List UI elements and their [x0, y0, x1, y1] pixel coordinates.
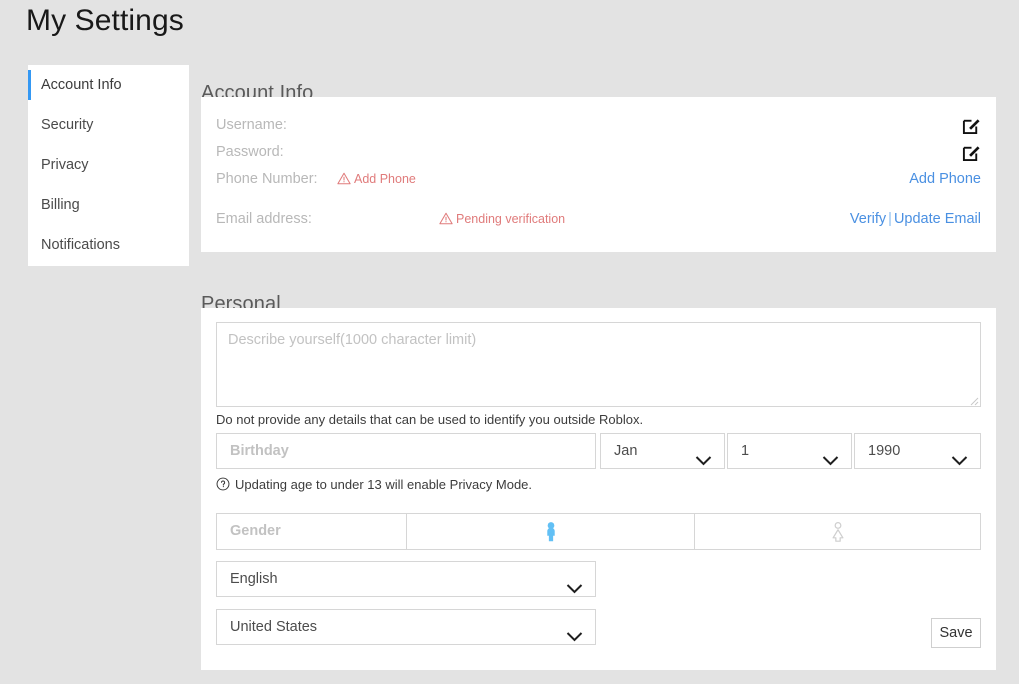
age-privacy-note-text: Updating age to under 13 will enable Pri…: [235, 477, 533, 492]
sidebar-item-notifications[interactable]: Notifications: [28, 225, 189, 265]
phone-status: Add Phone: [337, 167, 416, 193]
sidebar-item-label: Account Info: [41, 77, 122, 93]
account-row-password: Password:: [216, 139, 981, 165]
age-privacy-note: Updating age to under 13 will enable Pri…: [216, 476, 532, 494]
birth-year-value: 1990: [868, 443, 901, 459]
gender-placeholder: Gender: [230, 523, 281, 539]
account-row-username: Username:: [216, 112, 981, 138]
birth-year-select[interactable]: 1990: [854, 433, 981, 469]
gender-option-female[interactable]: [694, 513, 981, 550]
description-note: Do not provide any details that can be u…: [216, 412, 644, 427]
chevron-down-icon: [695, 445, 712, 466]
email-status: Pending verification: [439, 207, 565, 233]
password-actions: [962, 139, 981, 165]
country-value: United States: [230, 619, 318, 635]
edit-icon[interactable]: [962, 116, 981, 135]
email-status-text: Pending verification: [456, 212, 566, 226]
birth-month-select[interactable]: Jan: [600, 433, 725, 469]
sidebar-item-privacy[interactable]: Privacy: [28, 145, 189, 185]
page-title: My Settings: [26, 4, 184, 37]
warning-triangle-icon: [337, 169, 351, 193]
username-actions: [962, 112, 981, 138]
phone-status-text: Add Phone: [354, 172, 416, 186]
description-textarea[interactable]: Describe yourself(1000 character limit): [216, 322, 981, 407]
save-button[interactable]: Save: [931, 618, 981, 648]
account-row-phone: Phone Number: Add Phone Add Phone: [216, 166, 981, 192]
sidebar-item-security[interactable]: Security: [28, 105, 189, 145]
gender-option-male[interactable]: [406, 513, 695, 550]
phone-label: Phone Number:: [216, 171, 318, 187]
sidebar-item-label: Privacy: [41, 157, 89, 173]
sidebar-item-label: Security: [41, 117, 94, 133]
email-actions: Verify | Update Email: [850, 206, 981, 232]
country-select[interactable]: United States: [216, 609, 596, 645]
birthday-placeholder: Birthday: [230, 443, 289, 459]
sidebar-item-label: Billing: [41, 197, 80, 213]
sidebar-item-billing[interactable]: Billing: [28, 185, 189, 225]
add-phone-link[interactable]: Add Phone: [909, 171, 981, 187]
resize-handle-icon[interactable]: [968, 394, 979, 406]
question-circle-icon[interactable]: [216, 477, 230, 491]
account-info-panel: Username: Password: Phone Number: Add Ph…: [201, 97, 996, 252]
personal-panel: Describe yourself(1000 character limit) …: [201, 308, 996, 670]
edit-icon[interactable]: [962, 143, 981, 162]
warning-triangle-icon: [439, 209, 453, 233]
gender-input[interactable]: Gender: [216, 513, 407, 550]
phone-actions: Add Phone: [909, 166, 981, 192]
chevron-down-icon: [822, 445, 839, 466]
language-value: English: [230, 571, 278, 587]
description-placeholder: Describe yourself(1000 character limit): [228, 332, 477, 348]
settings-sidebar: Account Info Security Privacy Billing No…: [28, 65, 189, 266]
verify-email-link[interactable]: Verify: [850, 211, 886, 227]
birth-day-select[interactable]: 1: [727, 433, 852, 469]
username-label: Username:: [216, 117, 287, 133]
sidebar-item-label: Notifications: [41, 237, 120, 253]
update-email-link[interactable]: Update Email: [894, 211, 981, 227]
chevron-down-icon: [566, 573, 583, 594]
sidebar-item-account-info[interactable]: Account Info: [28, 65, 189, 105]
birth-month-value: Jan: [614, 443, 638, 459]
chevron-down-icon: [566, 621, 583, 642]
language-select[interactable]: English: [216, 561, 596, 597]
birthday-input[interactable]: Birthday: [216, 433, 596, 469]
action-separator: |: [888, 211, 892, 227]
account-row-email: Email address: Pending verification Veri…: [216, 206, 981, 232]
chevron-down-icon: [951, 445, 968, 466]
birth-day-value: 1: [741, 443, 750, 459]
password-label: Password:: [216, 144, 284, 160]
email-label: Email address:: [216, 211, 312, 227]
